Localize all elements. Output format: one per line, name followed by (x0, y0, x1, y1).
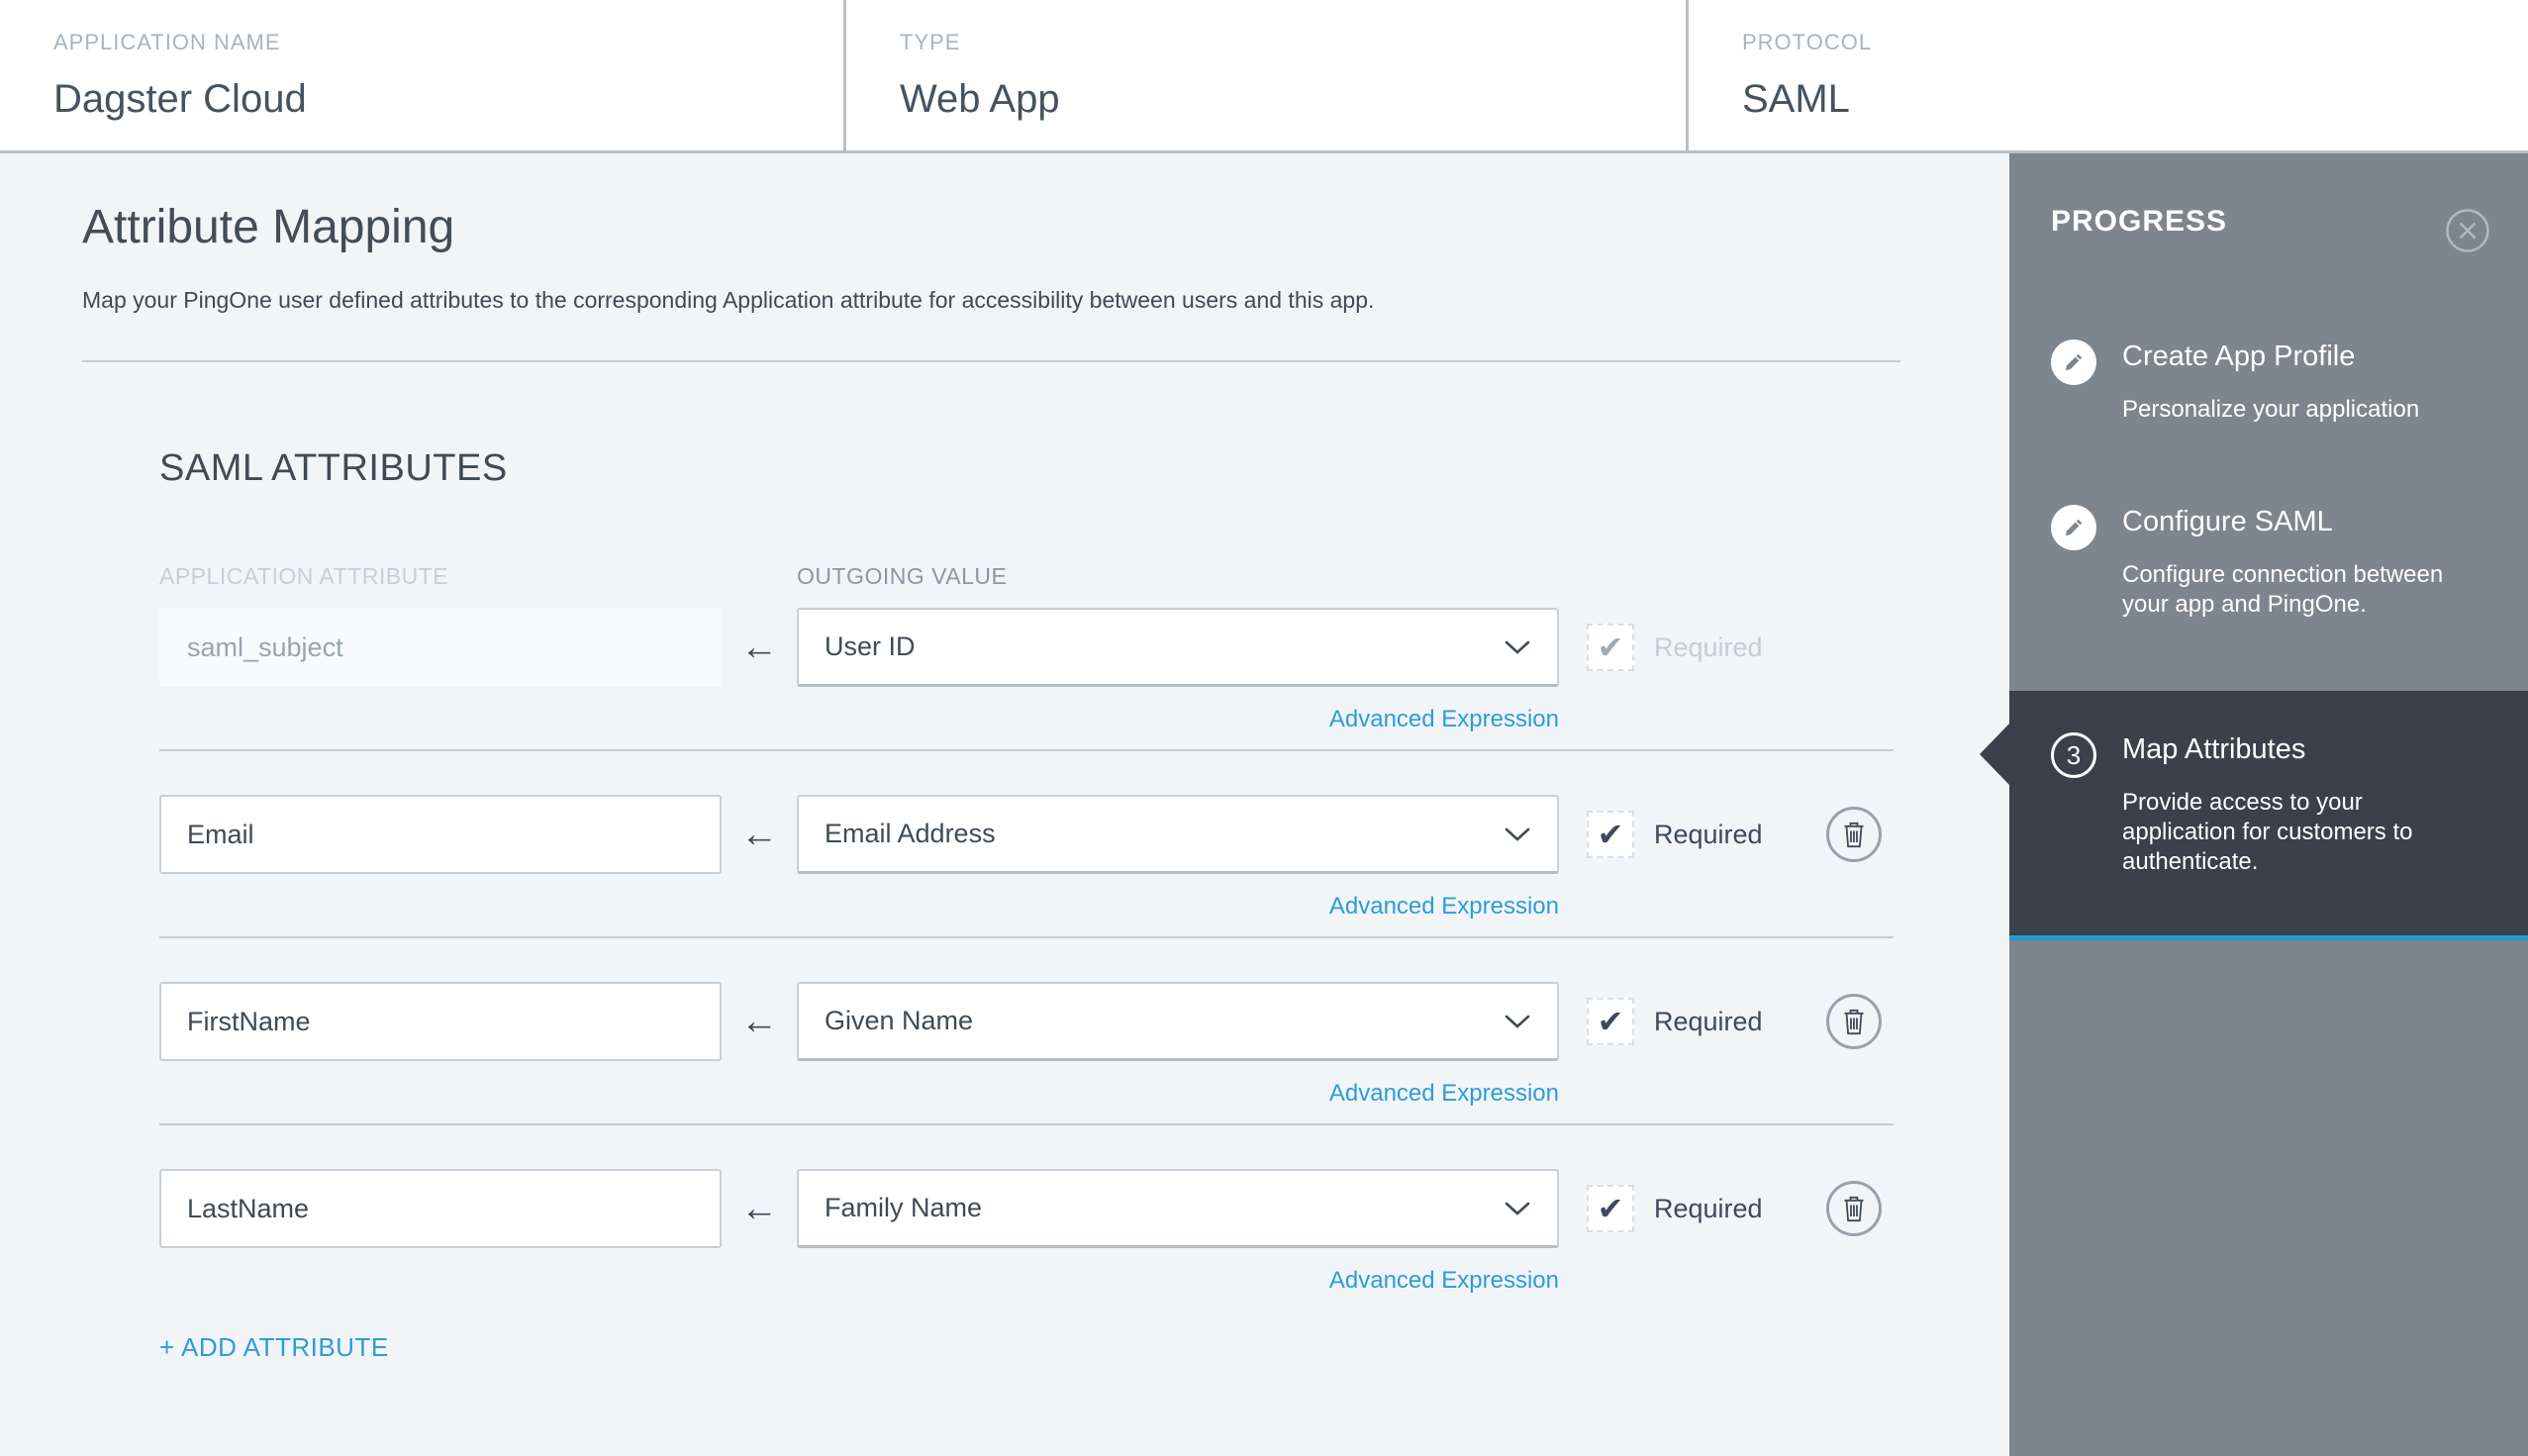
required-control: ✔ Required (1587, 811, 1763, 858)
step-subtitle: Provide access to your application for c… (2122, 789, 2413, 875)
application-attribute-input[interactable] (159, 1169, 722, 1248)
outgoing-value-selected: Given Name (825, 1006, 974, 1035)
divider (159, 1123, 1894, 1125)
application-attribute-input (159, 608, 722, 687)
application-attribute-input[interactable] (159, 982, 722, 1061)
outgoing-value-select[interactable]: Given Name (797, 982, 1559, 1061)
attribute-row-email: ← Email Address ✔ Required Advanced Expr… (159, 795, 1894, 938)
divider (159, 749, 1894, 751)
step-title: Create App Profile (2122, 340, 2356, 372)
required-control: ✔ Required (1587, 624, 1763, 671)
trash-icon (1844, 1009, 1864, 1035)
column-labels: APPLICATION ATTRIBUTE OUTGOING VALUE (159, 562, 1894, 590)
chevron-down-icon (1505, 827, 1530, 841)
progress-title: PROGRESS (2051, 205, 2228, 238)
chevron-down-icon (1505, 1015, 1530, 1028)
required-checkbox[interactable]: ✔ (1587, 1185, 1634, 1232)
delete-attribute-button[interactable] (1826, 994, 1882, 1049)
outgoing-value-select[interactable]: User ID (797, 608, 1559, 687)
active-step-content: 3 Map Attributes Provide access to your … (2051, 732, 2455, 877)
header-field-protocol: PROTOCOL SAML (1686, 0, 2528, 150)
advanced-expression-link[interactable]: Advanced Expression (1329, 706, 1559, 732)
type-label: TYPE (900, 30, 961, 54)
section-title: SAML ATTRIBUTES (159, 447, 508, 489)
required-control: ✔ Required (1587, 1185, 1763, 1232)
progress-step-configure-saml: Configure SAML Configure connection betw… (2051, 505, 2455, 620)
arrow-left-icon: ← (740, 1188, 778, 1229)
advanced-expression-link[interactable]: Advanced Expression (1329, 893, 1559, 920)
pencil-icon (2051, 340, 2096, 385)
required-label: Required (1654, 1193, 1763, 1223)
header-field-application-name: APPLICATION NAME Dagster Cloud (0, 0, 843, 150)
delete-attribute-button[interactable] (1826, 1181, 1882, 1236)
chevron-down-icon (1505, 640, 1530, 654)
progress-step-create-app-profile: Create App Profile Personalize your appl… (2051, 340, 2455, 425)
step-number-badge: 3 (2051, 732, 2096, 778)
outgoing-value-selected: User ID (825, 631, 916, 661)
add-attribute-button[interactable]: + ADD ATTRIBUTE (159, 1332, 389, 1363)
required-control: ✔ Required (1587, 998, 1763, 1045)
required-label: Required (1654, 1006, 1763, 1036)
checkmark-icon: ✔ (1597, 630, 1624, 665)
arrow-left-icon: ← (740, 627, 778, 668)
progress-step-map-attributes: 3 Map Attributes Provide access to your … (1980, 691, 2528, 940)
advanced-expression-link[interactable]: Advanced Expression (1329, 1080, 1559, 1107)
page-title: Attribute Mapping (82, 201, 455, 253)
divider (82, 360, 1900, 362)
divider (159, 936, 1894, 938)
type-value: Web App (900, 77, 1060, 121)
close-icon[interactable] (2445, 208, 2490, 253)
active-step-notch (1980, 724, 2009, 785)
page-description: Map your PingOne user defined attributes… (82, 287, 1375, 313)
trash-icon (1844, 822, 1864, 848)
outgoing-value-select[interactable]: Family Name (797, 1169, 1559, 1248)
checkmark-icon: ✔ (1597, 1191, 1624, 1226)
arrow-left-icon: ← (740, 1001, 778, 1042)
step-subtitle: Personalize your application (2122, 396, 2420, 423)
step-subtitle: Configure connection between your app an… (2122, 561, 2444, 618)
application-name-label: APPLICATION NAME (53, 30, 281, 54)
chevron-down-icon (1505, 1202, 1530, 1215)
step-title: Map Attributes (2122, 733, 2306, 765)
arrow-left-icon: ← (740, 814, 778, 855)
progress-sidebar: PROGRESS Create App Profile Personalize … (1980, 153, 2528, 1456)
attribute-mapping-panel: Attribute Mapping Map your PingOne user … (0, 153, 2009, 1456)
attribute-row-saml-subject: ← User ID ✔ Required Advanced Expression (159, 608, 1894, 751)
saml-attributes-section: SAML ATTRIBUTES APPLICATION ATTRIBUTE OU… (159, 445, 1894, 1363)
attribute-row-lastname: ← Family Name ✔ Required Advanced Expres… (159, 1169, 1894, 1299)
app-header: APPLICATION NAME Dagster Cloud TYPE Web … (0, 0, 2528, 153)
application-name-value: Dagster Cloud (53, 77, 307, 121)
required-checkbox: ✔ (1587, 624, 1634, 671)
required-label: Required (1654, 819, 1763, 849)
required-checkbox[interactable]: ✔ (1587, 998, 1634, 1045)
checkmark-icon: ✔ (1597, 817, 1624, 852)
attribute-row-firstname: ← Given Name ✔ Required Advanced Express… (159, 982, 1894, 1125)
checkmark-icon: ✔ (1597, 1004, 1624, 1039)
pencil-icon (2051, 505, 2096, 550)
required-label: Required (1654, 631, 1763, 662)
required-checkbox[interactable]: ✔ (1587, 811, 1634, 858)
application-attribute-input[interactable] (159, 795, 722, 874)
column-label-outgoing-value: OUTGOING VALUE (797, 563, 1008, 589)
outgoing-value-selected: Family Name (825, 1193, 983, 1222)
column-label-application-attribute: APPLICATION ATTRIBUTE (159, 563, 449, 589)
protocol-value: SAML (1742, 77, 1850, 121)
advanced-expression-link[interactable]: Advanced Expression (1329, 1267, 1559, 1294)
protocol-label: PROTOCOL (1742, 30, 1873, 54)
trash-icon (1844, 1196, 1864, 1222)
outgoing-value-selected: Email Address (825, 819, 996, 848)
header-field-type: TYPE Web App (843, 0, 1686, 150)
outgoing-value-select[interactable]: Email Address (797, 795, 1559, 874)
step-title: Configure SAML (2122, 506, 2333, 537)
delete-attribute-button[interactable] (1826, 807, 1882, 862)
